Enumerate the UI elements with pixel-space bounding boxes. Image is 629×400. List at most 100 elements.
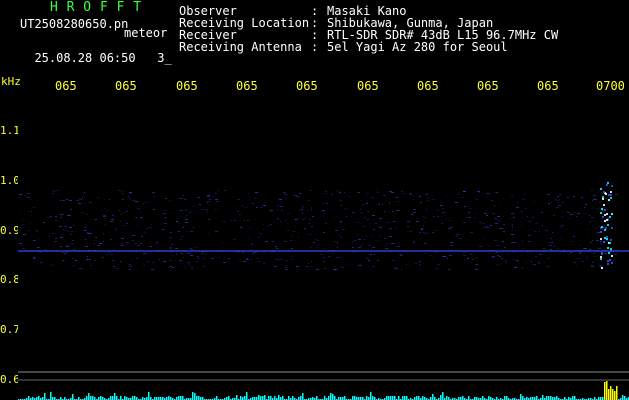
app-title: H R O F F T [50,0,142,15]
noise-speck [487,227,489,228]
noise-speck [82,197,83,198]
noise-speck [507,254,508,255]
noise-speck [428,198,429,199]
noise-speck [256,207,258,208]
noise-speck [497,264,498,265]
noise-speck [118,190,121,191]
noise-speck [470,213,471,214]
noise-speck [366,203,368,204]
noise-speck [558,205,561,206]
noise-speck [317,247,318,248]
noise-speck [361,245,362,246]
noise-speck [407,226,409,227]
noise-speck [450,242,453,243]
noise-speck [595,228,597,229]
meteor-speck [607,182,609,184]
noise-speck [437,210,439,211]
meteor-count: 3_ [157,51,172,65]
noise-speck [559,253,561,254]
noise-speck [525,208,526,209]
noise-speck [470,254,473,255]
noise-speck [589,249,591,250]
noise-speck [389,228,392,229]
meteor-speck [600,212,602,214]
meteor-speck [607,224,609,226]
noise-speck [191,249,193,250]
noise-speck [423,216,424,217]
noise-speck [151,224,152,225]
activity-bar [194,393,196,400]
noise-speck [362,204,364,205]
noise-speck [259,233,262,234]
activity-bar [196,396,198,400]
noise-speck [370,223,371,224]
noise-speck [207,201,210,202]
noise-speck [542,225,543,226]
noise-speck [242,205,243,206]
noise-speck [579,252,580,253]
noise-speck [320,254,323,255]
noise-speck [62,200,65,201]
noise-speck [608,220,609,221]
activity-bar [548,396,550,400]
x-tick-2: 065 [176,79,198,93]
noise-speck [333,260,334,261]
noise-speck [326,193,327,194]
noise-speck [348,265,350,266]
noise-speck [413,242,415,243]
meteor-speck [605,193,607,195]
meteor-speck [600,231,602,233]
activity-bar [388,396,390,400]
noise-speck [84,239,87,240]
noise-speck [611,267,614,268]
noise-speck [181,263,182,264]
noise-speck [561,202,564,203]
noise-speck [136,258,138,259]
noise-speck [258,237,259,238]
noise-speck [366,258,369,259]
noise-speck [133,252,134,253]
noise-speck [124,212,125,213]
noise-speck [500,205,501,206]
activity-bar [522,396,524,400]
activity-bar [488,396,490,400]
noise-speck [425,233,428,234]
noise-speck [286,198,287,199]
noise-speck [592,262,594,263]
noise-speck [490,225,492,226]
noise-speck [30,223,31,224]
noise-speck [128,196,129,197]
noise-speck [576,265,577,266]
meteor-speck [609,259,611,261]
spectrogram-background [18,100,629,400]
noise-speck [386,222,389,223]
noise-speck [543,262,546,263]
noise-speck [203,258,204,259]
noise-speck [234,252,237,253]
noise-speck [573,236,575,237]
noise-speck [38,239,39,240]
noise-speck [602,210,604,211]
noise-speck [511,225,513,226]
noise-speck [576,216,577,217]
activity-bar [352,396,354,400]
activity-bar [446,396,448,400]
activity-bar [506,396,508,400]
noise-speck [311,226,313,227]
noise-speck [385,245,386,246]
noise-speck [170,252,173,253]
noise-speck [598,248,601,249]
activity-bar [344,396,346,400]
noise-speck [52,193,54,194]
noise-speck [33,240,36,241]
noise-speck [511,242,513,243]
noise-speck [417,194,418,195]
noise-speck [193,227,194,228]
noise-speck [31,211,32,212]
noise-speck [207,202,208,203]
noise-speck [180,210,183,211]
noise-speck [589,221,591,222]
noise-speck [239,214,241,215]
noise-speck [589,215,590,216]
noise-speck [28,211,29,212]
